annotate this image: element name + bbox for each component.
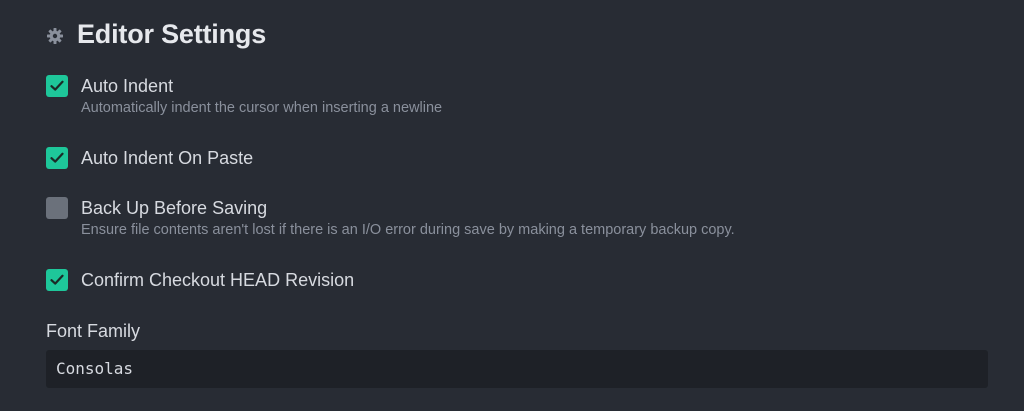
auto-indent-on-paste-label[interactable]: Auto Indent On Paste (81, 147, 253, 169)
back-up-before-saving-description: Ensure file contents aren't lost if ther… (81, 222, 735, 238)
gear-icon (46, 27, 64, 45)
auto-indent-on-paste-checkbox[interactable] (46, 147, 68, 169)
confirm-checkout-head-revision-checkbox[interactable] (46, 269, 68, 291)
checkmark-icon (50, 274, 64, 285)
auto-indent-description: Automatically indent the cursor when ins… (81, 100, 443, 116)
editor-settings-panel: Editor Settings Auto Indent Automaticall… (0, 0, 1024, 411)
back-up-before-saving-checkbox[interactable] (46, 197, 68, 219)
section-title: Editor Settings (77, 18, 267, 49)
auto-indent-label[interactable]: Auto Indent (81, 75, 173, 97)
font-family-input[interactable]: Consolas (46, 350, 988, 388)
section-header: Editor Settings (46, 14, 266, 54)
confirm-checkout-head-revision-label[interactable]: Confirm Checkout HEAD Revision (81, 269, 354, 291)
checkmark-icon (50, 80, 64, 91)
checkmark-icon (50, 152, 64, 163)
font-family-label: Font Family (46, 321, 141, 341)
auto-indent-checkbox[interactable] (46, 75, 68, 97)
back-up-before-saving-label[interactable]: Back Up Before Saving (81, 197, 267, 219)
